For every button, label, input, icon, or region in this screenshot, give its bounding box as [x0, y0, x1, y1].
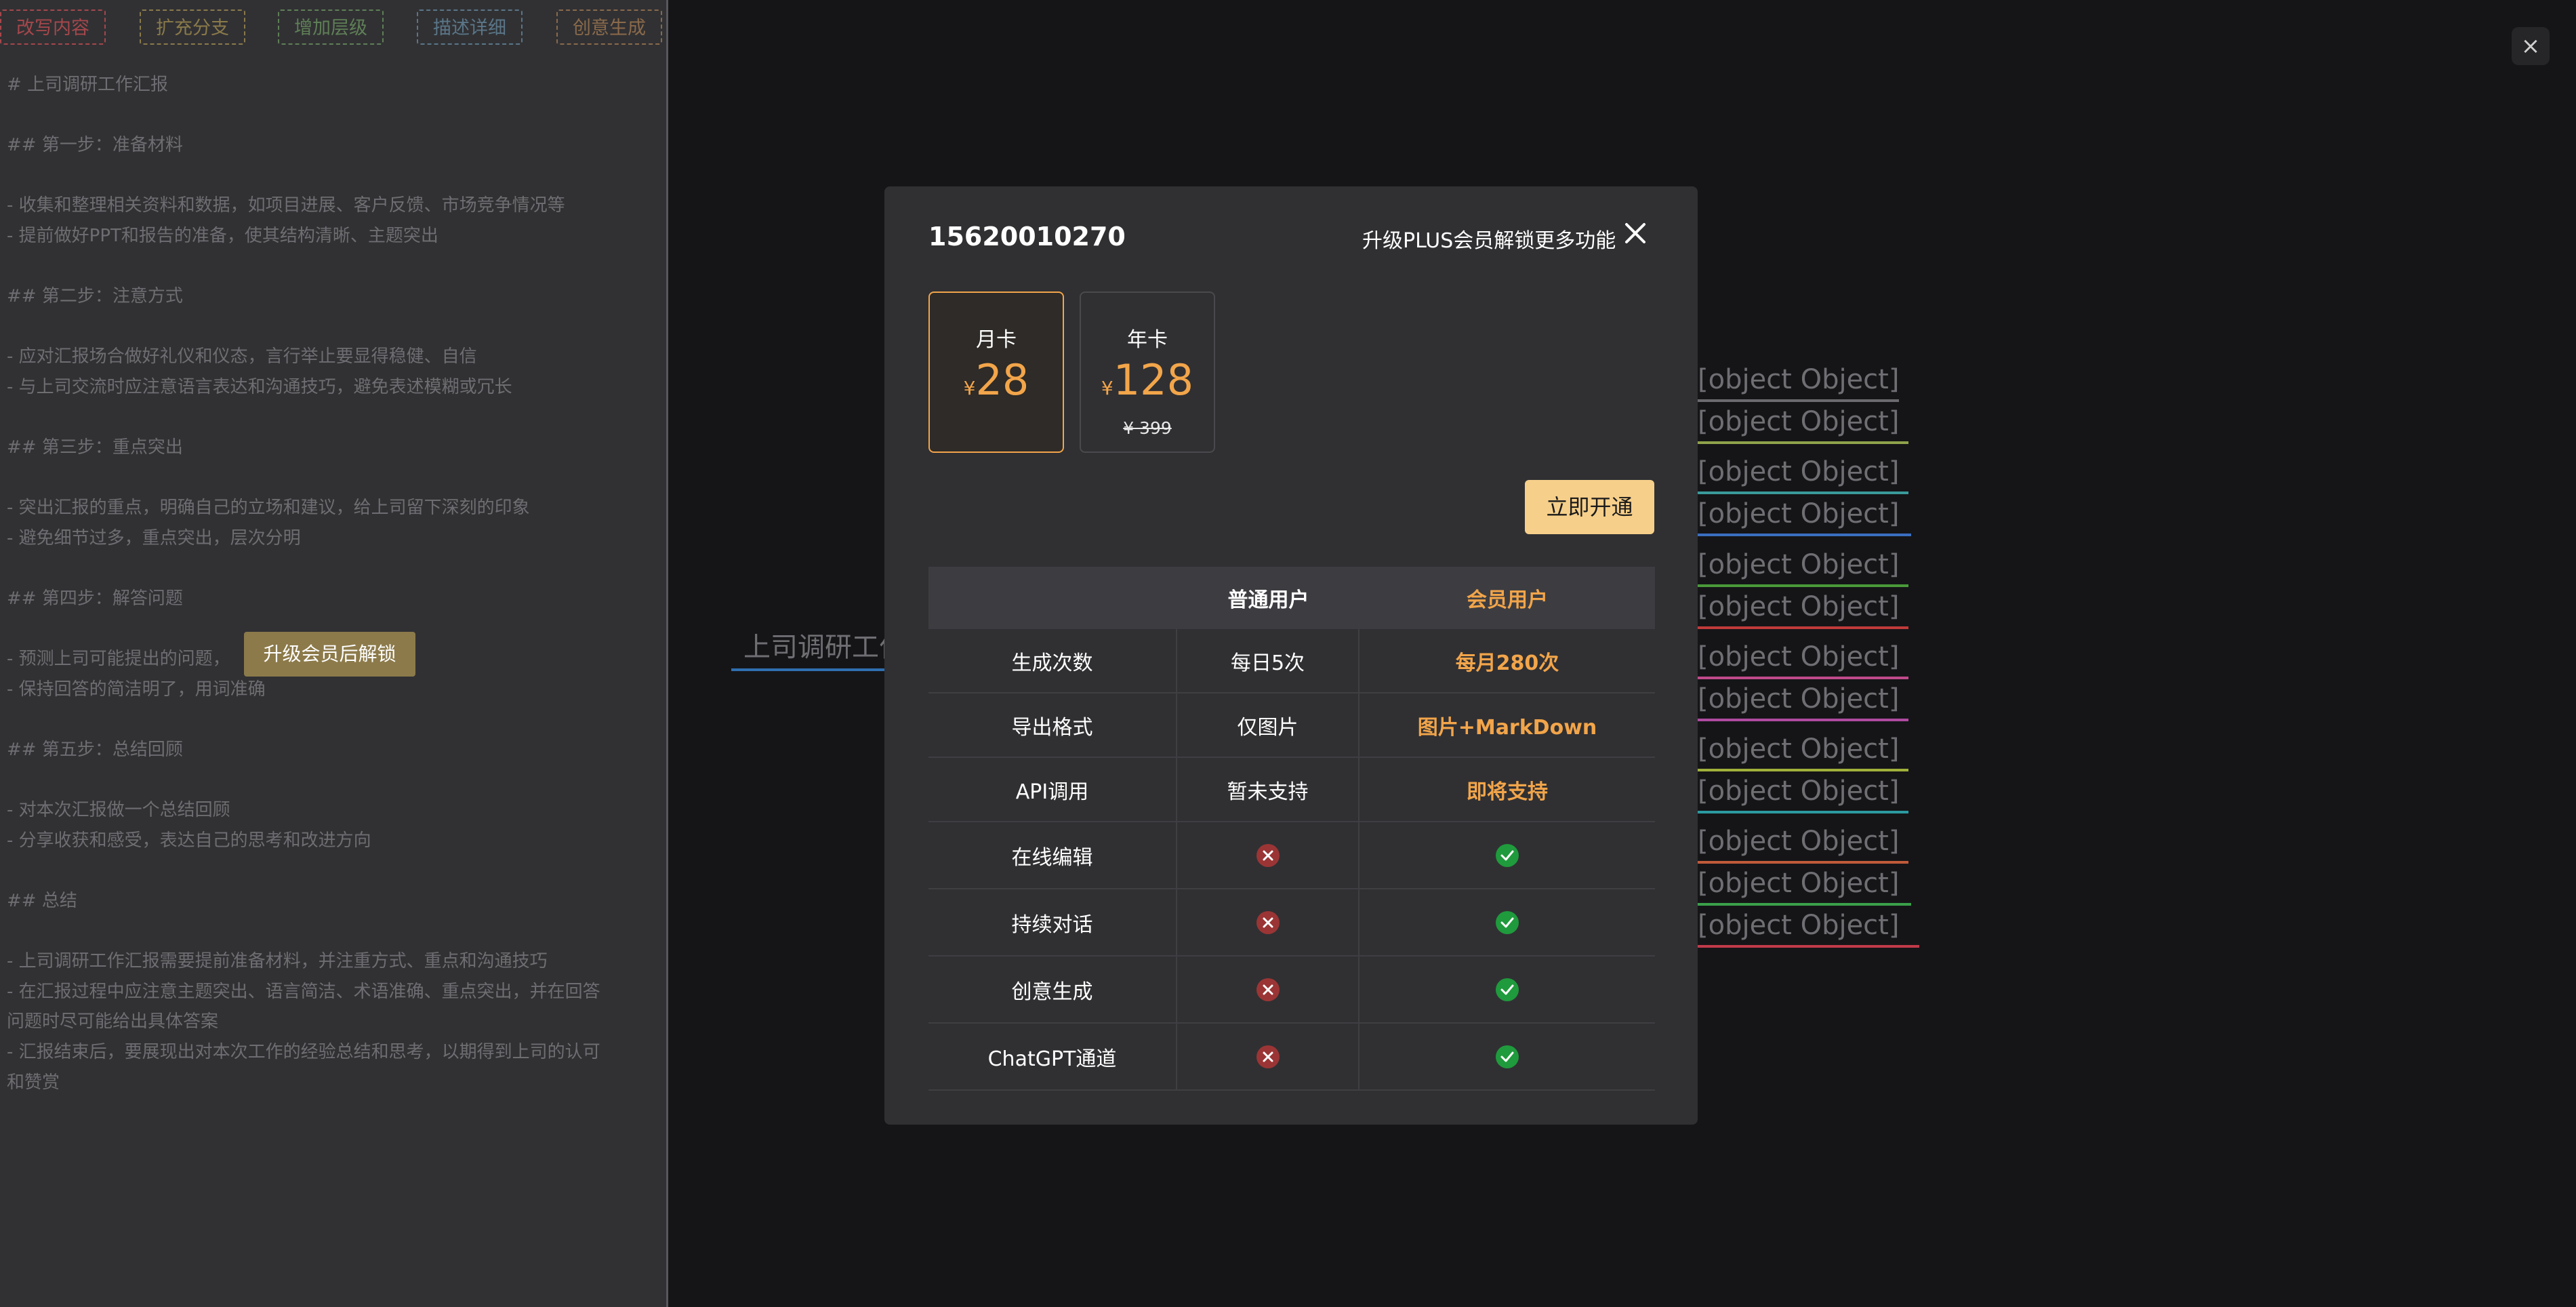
- close-icon[interactable]: [1621, 219, 1650, 247]
- feature-name: 持续对话: [928, 889, 1177, 955]
- plan-card-monthly[interactable]: 月卡 ¥28: [928, 291, 1064, 453]
- mindmap-node[interactable]: [object Object]: [1698, 733, 1909, 771]
- editor-line: # 上司调研工作汇报: [7, 75, 169, 95]
- plan-card-yearly[interactable]: 年卡 ¥128 ¥ 399: [1080, 291, 1215, 453]
- rewrite-button[interactable]: 改写内容: [0, 9, 106, 45]
- mindmap-node[interactable]: [object Object]: [1698, 826, 1909, 864]
- editor-toolbar: 改写内容 扩充分支 增加层级 描述详细 创意生成: [0, 9, 668, 47]
- table-row: 在线编辑: [928, 822, 1655, 889]
- table-row: 创意生成: [928, 957, 1655, 1024]
- check-icon: [1359, 822, 1655, 888]
- editor-line: - 与上司交流时应注意语言表达和沟通技巧，避免表述模糊或冗长: [7, 377, 512, 397]
- cross-icon: [1177, 822, 1359, 888]
- price-value: 128: [1113, 355, 1194, 405]
- feature-name: 生成次数: [928, 629, 1177, 692]
- currency-symbol: ¥: [1101, 377, 1113, 399]
- member-value: 即将支持: [1467, 780, 1548, 804]
- table-row: API调用 暂未支持 即将支持: [928, 758, 1655, 822]
- editor-line: - 分享收获和感受，表达自己的思考和改进方向: [7, 830, 371, 851]
- member-value: 图片+MarkDown: [1417, 715, 1597, 740]
- cross-icon: [1177, 889, 1359, 955]
- plan-price: ¥128: [1081, 355, 1214, 405]
- mindmap-node[interactable]: [object Object]: [1698, 456, 1909, 494]
- mindmap-node[interactable]: [object Object]: [1698, 776, 1909, 813]
- mindmap-node[interactable]: [object Object]: [1698, 683, 1909, 721]
- check-icon: [1359, 889, 1655, 955]
- editor-line: - 避免细节过多，重点突出，层次分明: [7, 528, 301, 548]
- expand-branch-button[interactable]: 扩充分支: [140, 9, 245, 45]
- upgrade-modal: 15620010270 升级PLUS会员解锁更多功能 月卡 ¥28 年卡 ¥12…: [884, 186, 1698, 1125]
- check-icon: [1359, 1024, 1655, 1089]
- original-price: ¥ 399: [1123, 418, 1172, 438]
- plan-price: ¥28: [930, 355, 1063, 405]
- editor-line: - 提前做好PPT和报告的准备，使其结构清晰、主题突出: [7, 226, 438, 246]
- currency-symbol: ¥: [963, 377, 976, 399]
- activate-now-button[interactable]: 立即开通: [1525, 480, 1654, 534]
- editor-line: ## 第一步：准备材料: [7, 135, 183, 155]
- editor-line: ## 第四步：解答问题: [7, 588, 183, 609]
- close-icon[interactable]: ×: [2512, 27, 2550, 65]
- table-header-normal: 普通用户: [1227, 588, 1309, 612]
- creative-generate-button[interactable]: 创意生成: [556, 9, 662, 45]
- normal-value: 每日5次: [1177, 629, 1359, 692]
- editor-line: 和赞赏: [7, 1072, 60, 1093]
- feature-name: 创意生成: [928, 957, 1177, 1022]
- editor-line: - 突出汇报的重点，明确自己的立场和建议，给上司留下深刻的印象: [7, 498, 530, 518]
- mindmap-node[interactable]: [object Object]: [1698, 406, 1909, 444]
- mindmap-node[interactable]: [object Object]: [1698, 910, 1920, 948]
- member-value: 每月280次: [1455, 651, 1559, 675]
- editor-line: ## 第三步：重点突出: [7, 437, 183, 458]
- account-phone: 15620010270: [928, 222, 1126, 252]
- feature-name: API调用: [928, 758, 1177, 821]
- editor-line: - 保持回答的简洁明了，用词准确: [7, 679, 266, 700]
- feature-name: 导出格式: [928, 693, 1177, 757]
- editor-line: ## 总结: [7, 891, 77, 911]
- cross-icon: [1177, 1024, 1359, 1089]
- check-icon: [1359, 957, 1655, 1022]
- editor-line: - 对本次汇报做一个总结回顾: [7, 800, 230, 820]
- mindmap-node[interactable]: [object Object]: [1698, 498, 1912, 536]
- table-row: 导出格式 仅图片 图片+MarkDown: [928, 693, 1655, 758]
- mindmap-node[interactable]: [object Object]: [1698, 868, 1912, 906]
- upgrade-prompt: 升级PLUS会员解锁更多功能: [1362, 229, 1616, 253]
- table-row: ChatGPT通道: [928, 1024, 1655, 1091]
- mindmap-node[interactable]: [object Object]: [1698, 364, 1900, 402]
- normal-value: 仅图片: [1177, 693, 1359, 757]
- editor-line: 问题时尽可能给出具体答案: [7, 1011, 219, 1032]
- feature-name: 在线编辑: [928, 822, 1177, 888]
- mindmap-node[interactable]: [object Object]: [1698, 591, 1909, 629]
- editor-line: ## 第二步：注意方式: [7, 286, 183, 306]
- cross-icon: [1177, 957, 1359, 1022]
- plan-name: 年卡: [1127, 328, 1168, 352]
- editor-line: - 应对汇报场合做好礼仪和仪态，言行举止要显得稳健、自信: [7, 346, 477, 367]
- table-row: 生成次数 每日5次 每月280次: [928, 629, 1655, 693]
- mindmap-node[interactable]: [object Object]: [1698, 549, 1909, 587]
- plan-name: 月卡: [976, 328, 1017, 352]
- describe-detail-button[interactable]: 描述详细: [417, 9, 523, 45]
- table-header-row: 普通用户 会员用户: [928, 567, 1655, 629]
- table-header-cell: [928, 567, 1177, 629]
- editor-line: - 上司调研工作汇报需要提前准备材料，并注重方式、重点和沟通技巧: [7, 951, 548, 971]
- feature-name: ChatGPT通道: [928, 1024, 1177, 1089]
- editor-line: ## 第五步：总结回顾: [7, 740, 183, 760]
- normal-value: 暂未支持: [1177, 758, 1359, 821]
- add-level-button[interactable]: 增加层级: [278, 9, 384, 45]
- editor-line: - 在汇报过程中应注意主题突出、语言简洁、术语准确、重点突出，并在回答: [7, 982, 600, 1002]
- price-value: 28: [975, 355, 1029, 405]
- mindmap-node[interactable]: [object Object]: [1698, 641, 1909, 679]
- editor-line: - 预测上司可能提出的问题，: [7, 649, 230, 669]
- editor-panel: 改写内容 扩充分支 增加层级 描述详细 创意生成 # 上司调研工作汇报 ## 第…: [0, 0, 668, 1307]
- table-header-member: 会员用户: [1467, 588, 1548, 612]
- table-row: 持续对话: [928, 889, 1655, 957]
- editor-line: - 收集和整理相关资料和数据，如项目进展、客户反馈、市场竞争情况等: [7, 195, 565, 216]
- unlock-member-button[interactable]: 升级会员后解锁: [244, 632, 415, 677]
- editor-line: - 汇报结束后，要展现出对本次工作的经验总结和思考，以期得到上司的认可: [7, 1042, 600, 1062]
